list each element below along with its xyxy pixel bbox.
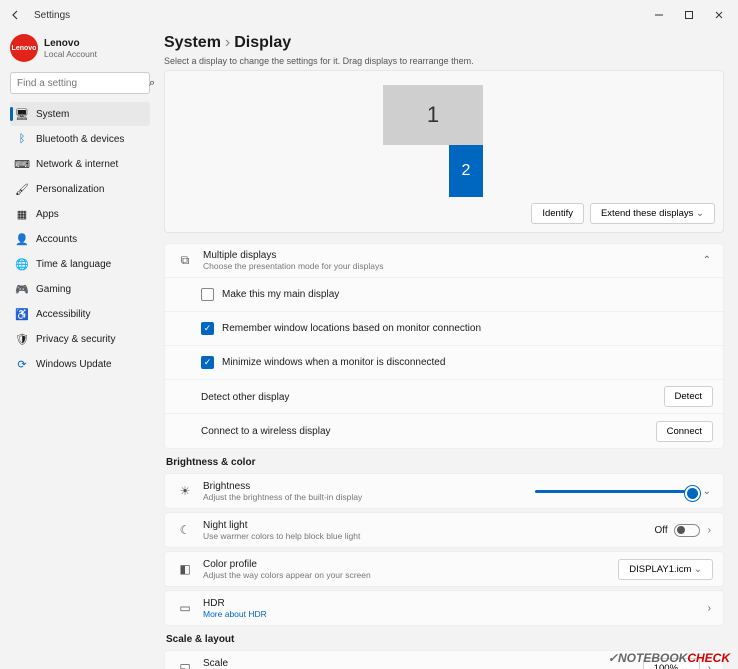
minimize-windows-checkbox[interactable]: ✓ (201, 356, 214, 369)
monitor-2[interactable]: 2 (449, 145, 483, 197)
watermark: ✓NOTEBOOKCHECK (608, 651, 730, 665)
sidebar: Lenovo Lenovo Local Account ⌕ 🖥System ᛒB… (0, 30, 156, 669)
chevron-down-icon[interactable]: ⌄ (701, 486, 713, 497)
person-icon: 👤 (16, 233, 28, 245)
hdr-icon: ▭ (175, 601, 195, 615)
apps-icon: ▦ (16, 208, 28, 220)
nav-bluetooth[interactable]: ᛒBluetooth & devices (10, 127, 150, 151)
globe-icon: 🌐 (16, 258, 28, 270)
night-light-icon: ☾ (175, 523, 195, 537)
night-light-toggle[interactable] (674, 524, 700, 537)
multiple-displays-header[interactable]: ⧉ Multiple displays Choose the presentat… (165, 244, 723, 278)
back-button[interactable] (4, 3, 28, 27)
chevron-up-icon: ⌃ (701, 255, 713, 266)
bluetooth-icon: ᛒ (16, 133, 28, 145)
nav-accessibility[interactable]: ♿Accessibility (10, 302, 150, 326)
nav-accounts[interactable]: 👤Accounts (10, 227, 150, 251)
account-type: Local Account (44, 49, 97, 59)
search-input[interactable] (17, 78, 149, 89)
minimize-windows-option[interactable]: ✓ Minimize windows when a monitor is dis… (165, 346, 723, 380)
nav-update[interactable]: ⟳Windows Update (10, 352, 150, 376)
shield-icon: 🛡 (16, 333, 28, 345)
minimize-button[interactable] (644, 3, 674, 27)
update-icon: ⟳ (16, 358, 28, 370)
remember-windows-option[interactable]: ✓ Remember window locations based on mon… (165, 312, 723, 346)
breadcrumb-current: Display (234, 34, 291, 51)
accessibility-icon: ♿ (16, 308, 28, 320)
search-box[interactable]: ⌕ (10, 72, 150, 94)
monitor-1[interactable]: 1 (383, 85, 483, 145)
maximize-button[interactable] (674, 3, 704, 27)
titlebar: Settings (0, 0, 738, 30)
wireless-display-row: Connect to a wireless display Connect (165, 414, 723, 448)
connect-button[interactable]: Connect (656, 421, 713, 442)
scale-layout-heading: Scale & layout (166, 634, 724, 645)
brush-icon: 🖌 (16, 183, 28, 195)
display-arrange-panel: 1 2 Identify Extend these displays (164, 70, 724, 233)
nav-time[interactable]: 🌐Time & language (10, 252, 150, 276)
brightness-slider[interactable] (535, 490, 695, 493)
nav-network[interactable]: ⌨Network & internet (10, 152, 150, 176)
nav-privacy[interactable]: 🛡Privacy & security (10, 327, 150, 351)
avatar: Lenovo (10, 34, 38, 62)
hdr-link[interactable]: More about HDR (203, 609, 706, 619)
brightness-color-heading: Brightness & color (166, 457, 724, 468)
wifi-icon: ⌨ (16, 158, 28, 170)
gamepad-icon: 🎮 (16, 283, 28, 295)
night-light-state: Off (655, 525, 668, 536)
detect-button[interactable]: Detect (664, 386, 713, 407)
breadcrumb-parent[interactable]: System (164, 34, 221, 51)
main-display-option[interactable]: Make this my main display (165, 278, 723, 312)
night-light-row[interactable]: ☾ Night light Use warmer colors to help … (165, 513, 723, 547)
chevron-right-icon[interactable]: › (706, 603, 713, 614)
content-area: System›Display Select a display to chang… (156, 30, 738, 669)
breadcrumb: System›Display (164, 34, 724, 52)
color-profile-dropdown[interactable]: DISPLAY1.icm (618, 559, 713, 580)
nav-system[interactable]: 🖥System (10, 102, 150, 126)
chevron-right-icon[interactable]: › (706, 525, 713, 536)
chevron-right-icon: › (225, 34, 230, 51)
account-block[interactable]: Lenovo Lenovo Local Account (10, 34, 150, 62)
color-profile-row[interactable]: ◧ Color profile Adjust the way colors ap… (165, 552, 723, 586)
nav-personalization[interactable]: 🖌Personalization (10, 177, 150, 201)
remember-windows-checkbox[interactable]: ✓ (201, 322, 214, 335)
search-icon: ⌕ (149, 77, 155, 90)
extend-mode-dropdown[interactable]: Extend these displays (590, 203, 715, 224)
scale-icon: ◱ (175, 661, 195, 669)
display-canvas[interactable]: 1 2 (173, 79, 715, 199)
account-name: Lenovo (44, 38, 97, 49)
nav-apps[interactable]: ▦Apps (10, 202, 150, 226)
app-title: Settings (34, 10, 70, 21)
multi-display-icon: ⧉ (175, 253, 195, 268)
system-icon: 🖥 (16, 108, 28, 120)
hdr-row[interactable]: ▭ HDR More about HDR › (165, 591, 723, 625)
close-button[interactable] (704, 3, 734, 27)
color-profile-icon: ◧ (175, 562, 195, 576)
detect-display-row: Detect other display Detect (165, 380, 723, 414)
brightness-icon: ☀ (175, 484, 195, 498)
brightness-row[interactable]: ☀ Brightness Adjust the brightness of th… (165, 474, 723, 508)
nav-gaming[interactable]: 🎮Gaming (10, 277, 150, 301)
instruction-text: Select a display to change the settings … (164, 56, 724, 66)
identify-button[interactable]: Identify (531, 203, 584, 224)
main-display-checkbox[interactable] (201, 288, 214, 301)
multiple-displays-card: ⧉ Multiple displays Choose the presentat… (164, 243, 724, 449)
